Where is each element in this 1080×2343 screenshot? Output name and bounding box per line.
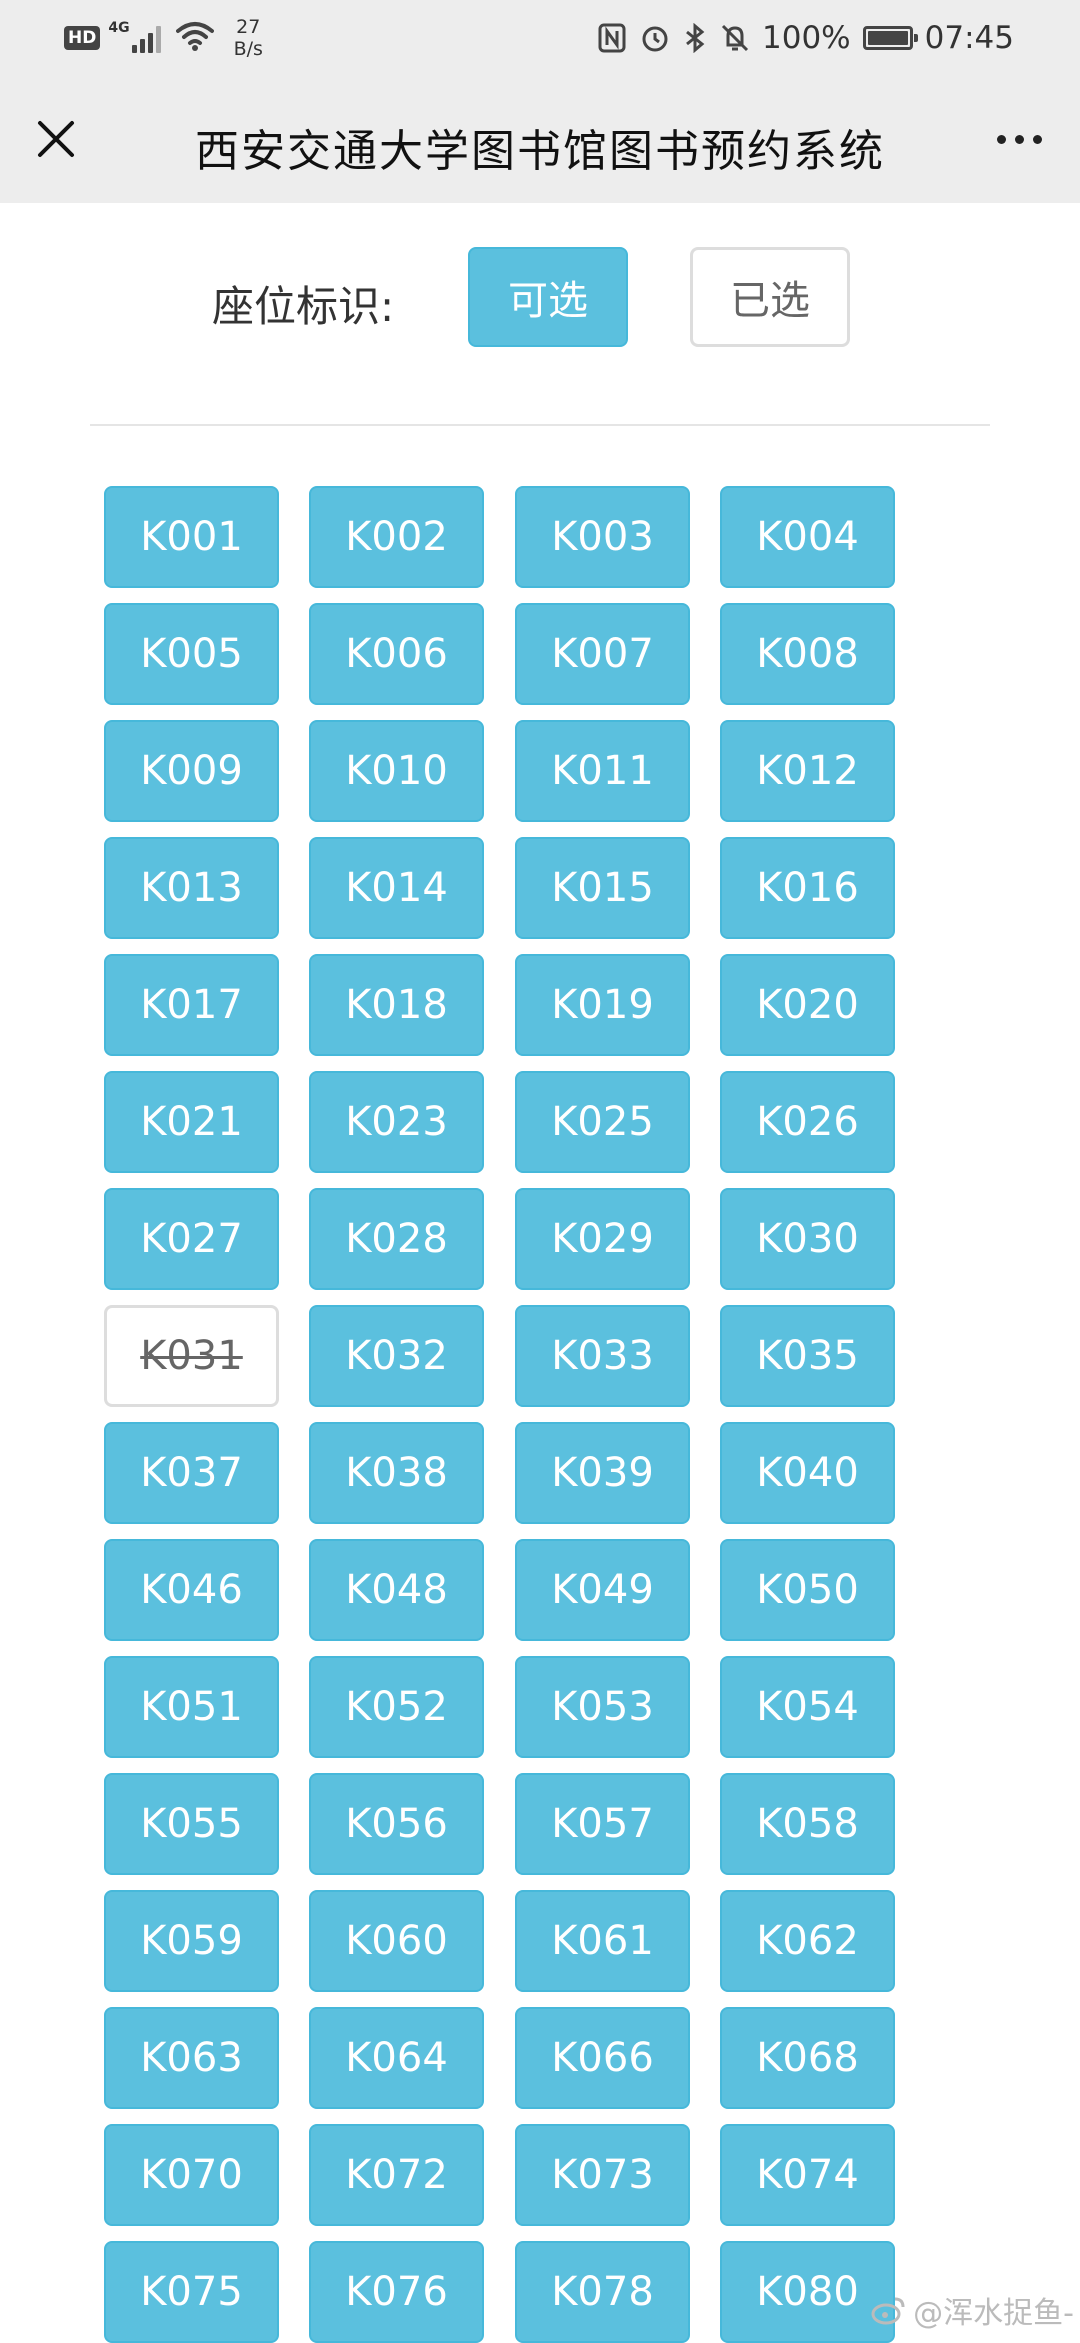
clock: 07:45 bbox=[924, 20, 1014, 56]
watermark: @浑水捉鱼- bbox=[871, 2288, 1074, 2332]
seat-button[interactable]: K020 bbox=[720, 954, 895, 1056]
seat-button[interactable]: K060 bbox=[309, 1890, 484, 1992]
seat-button[interactable]: K017 bbox=[104, 954, 279, 1056]
seat-button[interactable]: K080 bbox=[720, 2241, 895, 2343]
seat-button[interactable]: K070 bbox=[104, 2124, 279, 2226]
seat-button[interactable]: K050 bbox=[720, 1539, 895, 1641]
more-icon bbox=[1014, 134, 1024, 144]
seat-legend: 座位标识: 可选 已选 bbox=[0, 245, 1080, 350]
seat-button[interactable]: K035 bbox=[720, 1305, 895, 1407]
seat-button[interactable]: K030 bbox=[720, 1188, 895, 1290]
seat-button[interactable]: K052 bbox=[309, 1656, 484, 1758]
seat-button[interactable]: K061 bbox=[515, 1890, 690, 1992]
seat-button[interactable]: K072 bbox=[309, 2124, 484, 2226]
seat-button[interactable]: K002 bbox=[309, 486, 484, 588]
seat-button[interactable]: K004 bbox=[720, 486, 895, 588]
seat-button[interactable]: K027 bbox=[104, 1188, 279, 1290]
seat-button[interactable]: K066 bbox=[515, 2007, 690, 2109]
watermark-text: @浑水捉鱼- bbox=[913, 2296, 1074, 2331]
seat-button[interactable]: K008 bbox=[720, 603, 895, 705]
more-button[interactable] bbox=[984, 109, 1054, 169]
legend-selected: 已选 bbox=[690, 247, 850, 347]
network-speed-unit: B/s bbox=[233, 38, 263, 60]
seat-button[interactable]: K074 bbox=[720, 2124, 895, 2226]
seat-button[interactable]: K012 bbox=[720, 720, 895, 822]
nfc-icon bbox=[598, 23, 626, 53]
seat-button[interactable]: K005 bbox=[104, 603, 279, 705]
seat-button[interactable]: K059 bbox=[104, 1890, 279, 1992]
seat-button[interactable]: K033 bbox=[515, 1305, 690, 1407]
seat-button[interactable]: K029 bbox=[515, 1188, 690, 1290]
seat-button[interactable]: K055 bbox=[104, 1773, 279, 1875]
seat-button[interactable]: K028 bbox=[309, 1188, 484, 1290]
seat-button[interactable]: K054 bbox=[720, 1656, 895, 1758]
seat-button[interactable]: K006 bbox=[309, 603, 484, 705]
seat-button[interactable]: K025 bbox=[515, 1071, 690, 1173]
network-speed-value: 27 bbox=[236, 16, 261, 38]
seat-button[interactable]: K018 bbox=[309, 954, 484, 1056]
seat-button[interactable]: K062 bbox=[720, 1890, 895, 1992]
seat-button[interactable]: K068 bbox=[720, 2007, 895, 2109]
seat-button[interactable]: K031 bbox=[104, 1305, 279, 1407]
mute-icon bbox=[720, 23, 750, 53]
seat-button[interactable]: K013 bbox=[104, 837, 279, 939]
hd-badge: HD bbox=[64, 26, 101, 50]
seat-button[interactable]: K021 bbox=[104, 1071, 279, 1173]
seat-button[interactable]: K039 bbox=[515, 1422, 690, 1524]
divider bbox=[90, 424, 990, 426]
seat-button[interactable]: K053 bbox=[515, 1656, 690, 1758]
seat-button[interactable]: K056 bbox=[309, 1773, 484, 1875]
seat-button[interactable]: K019 bbox=[515, 954, 690, 1056]
seat-button[interactable]: K048 bbox=[309, 1539, 484, 1641]
seat-button[interactable]: K026 bbox=[720, 1071, 895, 1173]
weibo-icon bbox=[871, 2297, 905, 2325]
seat-button[interactable]: K073 bbox=[515, 2124, 690, 2226]
seat-button[interactable]: K011 bbox=[515, 720, 690, 822]
seat-button[interactable]: K078 bbox=[515, 2241, 690, 2343]
signal-icon bbox=[131, 23, 164, 53]
seat-button[interactable]: K016 bbox=[720, 837, 895, 939]
alarm-icon bbox=[640, 23, 670, 53]
bluetooth-icon bbox=[684, 23, 706, 53]
seat-button[interactable]: K051 bbox=[104, 1656, 279, 1758]
network-speed: 27 B/s bbox=[234, 16, 263, 60]
seat-button[interactable]: K064 bbox=[309, 2007, 484, 2109]
status-right: 100% 07:45 bbox=[584, 14, 1014, 62]
seat-button[interactable]: K007 bbox=[515, 603, 690, 705]
status-bar: HD 4G 27 B/s 100% 07:45 bbox=[0, 0, 1080, 75]
more-icon bbox=[1032, 134, 1042, 144]
status-left: HD 4G 27 B/s bbox=[64, 14, 263, 62]
network-type: 4G bbox=[108, 20, 130, 36]
legend-label: 座位标识: bbox=[212, 282, 395, 331]
seat-button[interactable]: K040 bbox=[720, 1422, 895, 1524]
seat-button[interactable]: K037 bbox=[104, 1422, 279, 1524]
seat-button[interactable]: K010 bbox=[309, 720, 484, 822]
seat-button[interactable]: K075 bbox=[104, 2241, 279, 2343]
wifi-icon bbox=[175, 21, 214, 55]
seat-button[interactable]: K063 bbox=[104, 2007, 279, 2109]
seat-button[interactable]: K038 bbox=[309, 1422, 484, 1524]
seat-button[interactable]: K058 bbox=[720, 1773, 895, 1875]
seat-button[interactable]: K023 bbox=[309, 1071, 484, 1173]
seat-button[interactable]: K009 bbox=[104, 720, 279, 822]
seat-button[interactable]: K076 bbox=[309, 2241, 484, 2343]
seat-button[interactable]: K014 bbox=[309, 837, 484, 939]
seat-button[interactable]: K057 bbox=[515, 1773, 690, 1875]
seat-button[interactable]: K015 bbox=[515, 837, 690, 939]
seat-button[interactable]: K032 bbox=[309, 1305, 484, 1407]
seat-button[interactable]: K046 bbox=[104, 1539, 279, 1641]
battery-percent: 100% bbox=[762, 20, 851, 56]
seat-button[interactable]: K003 bbox=[515, 486, 690, 588]
seat-button[interactable]: K001 bbox=[104, 486, 279, 588]
page-title: 西安交通大学图书馆图书预约系统 bbox=[195, 126, 885, 177]
more-icon bbox=[996, 134, 1006, 144]
seat-button[interactable]: K049 bbox=[515, 1539, 690, 1641]
nav-bar: 西安交通大学图书馆图书预约系统 bbox=[0, 75, 1080, 203]
battery-icon bbox=[862, 26, 918, 50]
legend-available: 可选 bbox=[468, 247, 628, 347]
